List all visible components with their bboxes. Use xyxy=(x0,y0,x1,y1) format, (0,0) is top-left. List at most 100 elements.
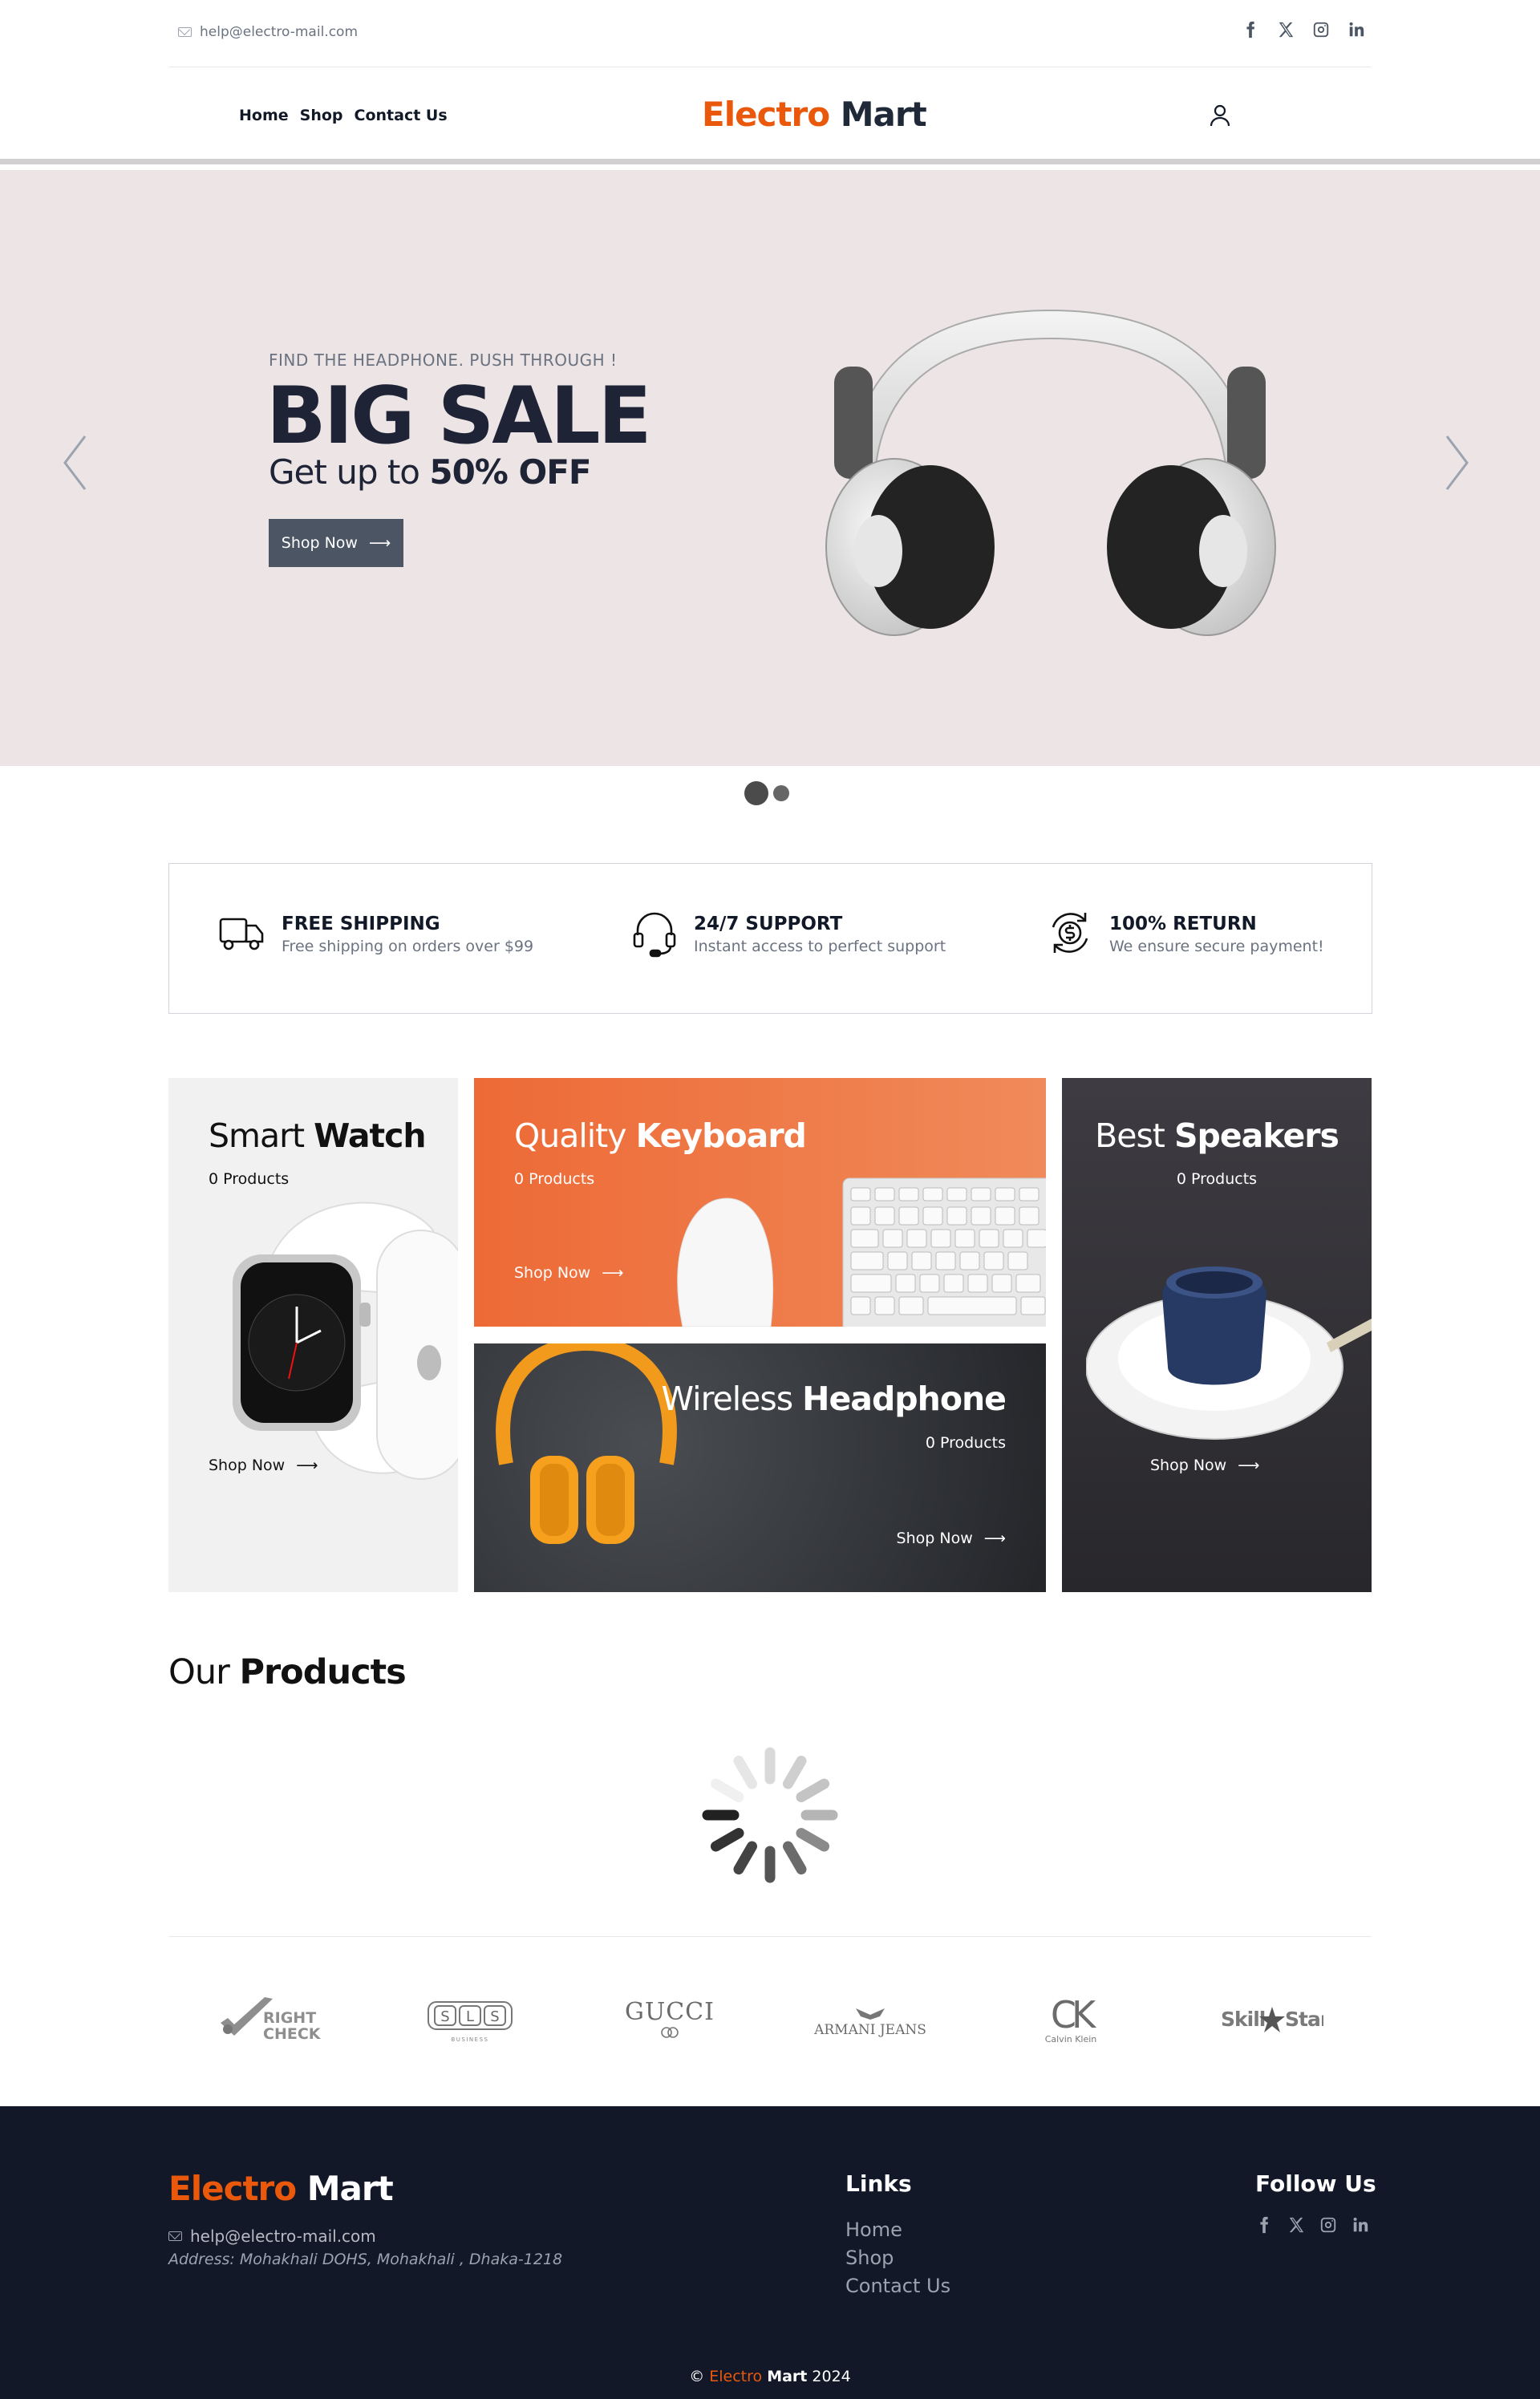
gucci-logo-icon: GUCCI xyxy=(625,1998,715,2038)
x-icon[interactable] xyxy=(1277,21,1295,38)
brand-text: ARMANI JEANS xyxy=(814,2022,926,2038)
copyright-brand2: Mart xyxy=(767,2368,808,2385)
nav-link-contact[interactable]: Contact Us xyxy=(355,107,448,124)
user-icon[interactable] xyxy=(1210,104,1230,127)
category-card-watch[interactable]: Smart Watch 0 Products Shop Now ⟶ xyxy=(168,1078,458,1592)
nav-link-home[interactable]: Home xyxy=(239,107,289,124)
hero-subtitle-bold: 50% OFF xyxy=(429,452,591,492)
instagram-icon[interactable] xyxy=(1312,21,1330,38)
chevron-right-icon[interactable] xyxy=(1445,435,1469,491)
arrow-right-icon: ⟶ xyxy=(602,1264,624,1282)
arrow-right-icon: ⟶ xyxy=(983,1530,1006,1547)
topbar-email-text: help@electro-mail.com xyxy=(200,24,359,40)
category-title-bold: Speakers xyxy=(1173,1116,1339,1155)
category-title-light: Quality xyxy=(514,1116,627,1155)
instagram-icon[interactable] xyxy=(1319,2216,1337,2234)
arrow-right-icon: ⟶ xyxy=(296,1457,318,1474)
category-shop-label: Shop Now xyxy=(209,1457,286,1474)
nav-link-shop[interactable]: Shop xyxy=(300,107,343,124)
footer-link-contact[interactable]: Contact Us xyxy=(845,2275,950,2297)
brand-text: RIGHT xyxy=(263,2009,316,2027)
mail-icon xyxy=(168,2231,182,2241)
hero-title: BIG SALE xyxy=(266,371,652,462)
hero-slider: FIND THE HEADPHONE. PUSH THROUGH ! BIG S… xyxy=(0,170,1540,766)
facebook-icon[interactable] xyxy=(1242,21,1259,38)
category-count: 0 Products xyxy=(925,1434,1006,1452)
brand-logo-skillstar: Skill Star xyxy=(1219,1991,1323,2047)
category-card-headphone[interactable]: Wireless Headphone 0 Products Shop Now ⟶ xyxy=(474,1343,1046,1592)
chevron-left-icon[interactable] xyxy=(63,435,87,491)
category-title-light: Wireless xyxy=(661,1380,794,1418)
armani-logo-icon: ARMANI JEANS xyxy=(814,2008,926,2038)
brand-text: Skill xyxy=(1221,2008,1265,2031)
footer-email-text: help@electro-mail.com xyxy=(190,2227,376,2246)
feature-return: 100% RETURN We ensure secure payment! xyxy=(1045,908,1324,958)
footer-follow-heading: Follow Us xyxy=(1255,2170,1376,2197)
copyright-year: 2024 xyxy=(812,2368,851,2385)
footer-link-home[interactable]: Home xyxy=(845,2219,902,2241)
footer-links-heading: Links xyxy=(845,2170,912,2197)
category-shop-label: Shop Now xyxy=(1150,1457,1227,1474)
arrow-right-icon: ⟶ xyxy=(368,534,391,552)
copyright-symbol: © xyxy=(689,2368,705,2385)
logo-part2: Mart xyxy=(840,95,927,134)
category-shop-link[interactable]: Shop Now ⟶ xyxy=(1150,1457,1259,1474)
brand-text: Calvin Klein xyxy=(1045,2034,1097,2044)
category-shop-label: Shop Now xyxy=(896,1530,973,1547)
category-shop-label: Shop Now xyxy=(514,1264,591,1282)
brand-text: BUSINESS xyxy=(452,2036,489,2043)
hero-shop-button[interactable]: Shop Now ⟶ xyxy=(269,519,403,567)
category-card-keyboard[interactable]: Quality Keyboard 0 Products Shop Now ⟶ xyxy=(474,1078,1046,1327)
headphone-image xyxy=(825,309,1276,636)
sls-logo-icon: S L S BUSINESS xyxy=(428,2001,513,2043)
brand-text: CK xyxy=(1051,1993,1097,2036)
category-title: Smart Watch xyxy=(209,1116,427,1155)
site-logo[interactable]: Electro Mart xyxy=(702,95,927,134)
footer-address: Address: Mohakhali DOHS, Mohakhali , Dha… xyxy=(168,2251,563,2268)
footer-link-shop[interactable]: Shop xyxy=(845,2247,894,2269)
copyright-brand1: Electro xyxy=(709,2368,763,2385)
hero-tagline: FIND THE HEADPHONE. PUSH THROUGH ! xyxy=(269,351,618,370)
facebook-icon[interactable] xyxy=(1255,2216,1273,2234)
feature-title: 100% RETURN xyxy=(1109,914,1257,934)
category-title: Quality Keyboard xyxy=(514,1116,807,1155)
slider-dot-1[interactable] xyxy=(744,781,768,805)
headset-icon xyxy=(633,912,676,958)
category-title: Wireless Headphone xyxy=(661,1380,1007,1418)
category-title-light: Smart xyxy=(209,1116,305,1155)
footer-copyright: © Electro Mart 2024 xyxy=(0,2368,1540,2385)
footer-logo[interactable]: Electro Mart xyxy=(168,2169,394,2208)
category-shop-link[interactable]: Shop Now ⟶ xyxy=(209,1457,318,1474)
brand-logo-sls: S L S BUSINESS xyxy=(425,1991,515,2047)
brand-logo-ck: CK Calvin Klein xyxy=(1031,1991,1111,2047)
smartwatch-image xyxy=(233,1202,458,1480)
skillstar-logo-icon: Skill Star xyxy=(1221,2007,1323,2032)
hero-subtitle-prefix: Get up to xyxy=(269,452,420,492)
footer-logo-part2: Mart xyxy=(306,2169,394,2208)
truck-icon xyxy=(219,918,264,950)
linkedin-icon[interactable] xyxy=(1352,2216,1369,2234)
slider-dot-2[interactable] xyxy=(773,785,789,801)
orange-headphone-image xyxy=(496,1343,677,1544)
ck-logo-icon: CK Calvin Klein xyxy=(1045,1993,1102,2044)
category-shop-link[interactable]: Shop Now ⟶ xyxy=(514,1264,623,1282)
x-icon[interactable] xyxy=(1287,2216,1305,2234)
brand-text: S xyxy=(440,2008,449,2025)
feature-title: FREE SHIPPING xyxy=(282,914,440,934)
feature-desc: We ensure secure payment! xyxy=(1109,938,1324,955)
brand-logo-armani: ARMANI JEANS xyxy=(814,1991,926,2047)
main-nav: Home Shop Contact Us Electro Mart xyxy=(0,68,1540,164)
category-shop-link[interactable]: Shop Now ⟶ xyxy=(897,1530,1006,1547)
keyboard-image xyxy=(677,1177,1046,1327)
feature-shipping: FREE SHIPPING Free shipping on orders ov… xyxy=(217,908,533,958)
brand-text: Star xyxy=(1285,2008,1323,2031)
footer-email[interactable]: help@electro-mail.com xyxy=(168,2227,376,2246)
brand-text: S xyxy=(490,2008,499,2025)
footer-logo-part1: Electro xyxy=(168,2169,297,2208)
linkedin-icon[interactable] xyxy=(1348,21,1365,38)
hero-subtitle: Get up to 50% OFF xyxy=(269,452,592,492)
brand-text: GUCCI xyxy=(625,1998,715,2026)
logo-part1: Electro xyxy=(702,95,830,134)
topbar-email[interactable]: help@electro-mail.com xyxy=(178,24,358,40)
category-card-speakers[interactable]: Best Speakers 0 Products Shop Now ⟶ xyxy=(1062,1078,1372,1592)
